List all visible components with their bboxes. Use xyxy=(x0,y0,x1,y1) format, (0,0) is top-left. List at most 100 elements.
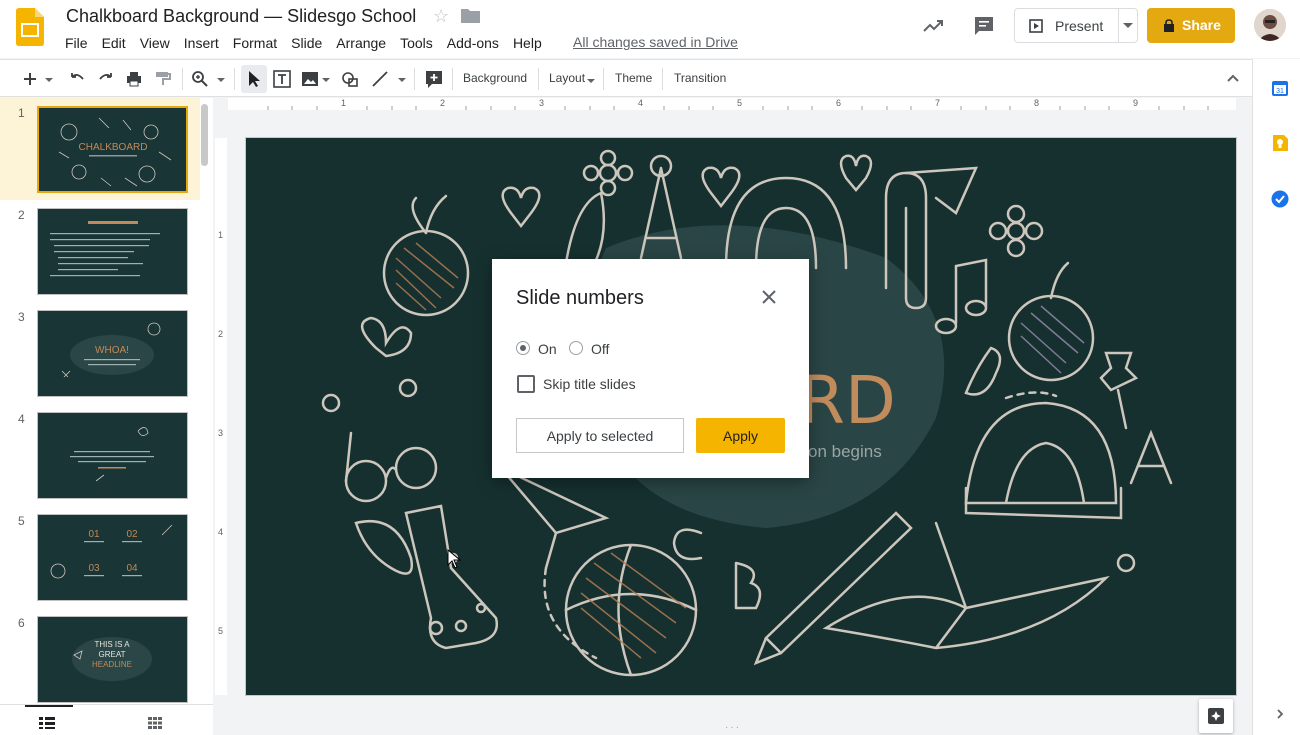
toolbar-divider xyxy=(452,68,453,90)
star-icon[interactable]: ☆ xyxy=(433,6,449,27)
select-cursor-icon[interactable] xyxy=(244,69,264,89)
thumbnail-art: CHALKBOARD xyxy=(58,117,172,187)
radio-off[interactable] xyxy=(569,341,583,355)
menu-arrange[interactable]: Arrange xyxy=(329,33,393,53)
explore-button[interactable] xyxy=(1199,699,1233,733)
slides-logo-icon[interactable] xyxy=(16,8,44,46)
layout-button[interactable]: Layout xyxy=(549,71,585,85)
ruler-mark: 5 xyxy=(737,98,743,108)
menu-slide[interactable]: Slide xyxy=(284,33,329,53)
menu-file[interactable]: File xyxy=(58,33,95,53)
chevron-down-icon[interactable] xyxy=(320,69,332,89)
tasks-icon[interactable] xyxy=(1271,190,1289,208)
new-slide-icon[interactable] xyxy=(20,69,40,89)
ruler-mark: 3 xyxy=(218,428,224,438)
radio-off-label[interactable]: Off xyxy=(591,341,609,357)
mouse-cursor-icon xyxy=(447,549,461,569)
share-button[interactable]: Share xyxy=(1147,8,1235,43)
transition-button[interactable]: Transition xyxy=(674,71,726,85)
chevron-right-icon[interactable] xyxy=(1273,707,1287,721)
filmstrip-slide-1[interactable]: 1 CHALKBOARD xyxy=(0,98,200,200)
thumbnail-art: THIS IS AGREAT HEADLINE xyxy=(72,637,152,681)
apply-to-selected-button[interactable]: Apply to selected xyxy=(516,418,684,453)
menu-help[interactable]: Help xyxy=(506,33,549,53)
avatar[interactable] xyxy=(1254,9,1286,41)
ruler-mark: 2 xyxy=(440,98,446,108)
skip-title-slides-label[interactable]: Skip title slides xyxy=(543,376,636,392)
app-header: Chalkboard Background — Slidesgo School … xyxy=(0,0,1300,58)
svg-text:THIS IS A: THIS IS A xyxy=(94,640,130,649)
image-icon[interactable] xyxy=(300,69,320,89)
slide-number: 5 xyxy=(18,514,25,528)
save-status-link[interactable]: All changes saved in Drive xyxy=(573,34,738,50)
thumbnail-art: WHOA! xyxy=(61,322,161,378)
slide-thumbnail[interactable] xyxy=(37,208,188,295)
slide-thumbnail[interactable]: CHALKBOARD xyxy=(37,106,188,193)
skip-title-slides-checkbox[interactable] xyxy=(517,375,535,393)
chevron-down-icon[interactable] xyxy=(1123,23,1133,28)
filmstrip-slide-4[interactable]: 4 xyxy=(0,404,200,506)
activity-trend-icon[interactable] xyxy=(921,14,945,38)
collapse-toolbar-icon[interactable] xyxy=(1223,69,1243,89)
slide-number: 4 xyxy=(18,412,25,426)
svg-text:GREAT: GREAT xyxy=(99,650,126,659)
slide-thumbnail[interactable]: WHOA! xyxy=(37,310,188,397)
svg-text:03: 03 xyxy=(88,563,100,574)
undo-icon[interactable] xyxy=(67,69,87,89)
filmstrip-slide-2[interactable]: 2 xyxy=(0,200,200,302)
menu-tools[interactable]: Tools xyxy=(393,33,440,53)
ruler-labels: 1 2 3 4 5 6 7 8 9 xyxy=(228,98,1236,110)
menu-insert[interactable]: Insert xyxy=(177,33,226,53)
present-button[interactable]: Present xyxy=(1014,8,1138,43)
theme-button[interactable]: Theme xyxy=(615,71,652,85)
keep-icon[interactable] xyxy=(1271,134,1289,152)
zoom-icon[interactable] xyxy=(190,69,210,89)
filmstrip-slide-6[interactable]: 6 THIS IS A GREAT HEADLINE xyxy=(0,608,200,704)
shape-icon[interactable] xyxy=(340,69,360,89)
slide-thumbnail[interactable] xyxy=(37,412,188,499)
slide-number: 1 xyxy=(18,106,25,120)
toolbar-divider xyxy=(182,68,183,90)
ruler-mark: 2 xyxy=(218,329,224,339)
menu-view[interactable]: View xyxy=(133,33,177,53)
chevron-down-icon[interactable] xyxy=(215,69,227,89)
calendar-icon[interactable]: 31 xyxy=(1271,79,1289,97)
print-icon[interactable] xyxy=(124,69,144,89)
document-title[interactable]: Chalkboard Background — Slidesgo School xyxy=(66,6,416,27)
add-comment-icon[interactable] xyxy=(424,69,444,89)
filmstrip-scrollbar[interactable] xyxy=(201,104,208,166)
ruler-mark: 9 xyxy=(1133,98,1139,108)
speaker-notes-handle[interactable]: ··· xyxy=(725,722,741,733)
menu-format[interactable]: Format xyxy=(226,33,284,53)
active-view-indicator xyxy=(25,705,73,707)
menu-edit[interactable]: Edit xyxy=(95,33,133,53)
redo-icon[interactable] xyxy=(96,69,116,89)
radio-on-label[interactable]: On xyxy=(538,341,557,357)
ruler-mark: 6 xyxy=(836,98,842,108)
paint-format-icon[interactable] xyxy=(153,69,173,89)
vertical-ruler: 1 2 3 4 5 xyxy=(213,110,228,716)
ruler-mark: 4 xyxy=(638,98,644,108)
slide-thumbnail[interactable]: THIS IS A GREAT HEADLINE xyxy=(37,616,188,703)
chevron-down-icon[interactable] xyxy=(396,69,408,89)
text-box-icon[interactable] xyxy=(272,69,292,89)
line-icon[interactable] xyxy=(370,69,390,89)
radio-on[interactable] xyxy=(516,341,530,355)
slide-subtitle[interactable]: on begins xyxy=(808,442,882,462)
filmstrip-slide-5[interactable]: 5 01 02 03 04 xyxy=(0,506,200,608)
filmstrip-slide-3[interactable]: 3 WHOA! xyxy=(0,302,200,404)
dialog-title: Slide numbers xyxy=(516,287,644,309)
chevron-down-icon[interactable] xyxy=(586,69,596,89)
close-icon[interactable] xyxy=(759,287,779,307)
share-label: Share xyxy=(1182,17,1221,33)
list-view-icon[interactable] xyxy=(39,717,55,729)
grid-view-icon[interactable] xyxy=(148,717,162,729)
chevron-down-icon[interactable] xyxy=(43,69,55,89)
background-button[interactable]: Background xyxy=(463,71,527,85)
apply-button[interactable]: Apply xyxy=(696,418,785,453)
folder-icon[interactable] xyxy=(461,8,480,23)
ruler-mark: 8 xyxy=(1034,98,1040,108)
menu-addons[interactable]: Add-ons xyxy=(440,33,506,53)
slide-thumbnail[interactable]: 01 02 03 04 xyxy=(37,514,188,601)
comments-icon[interactable] xyxy=(972,14,996,38)
